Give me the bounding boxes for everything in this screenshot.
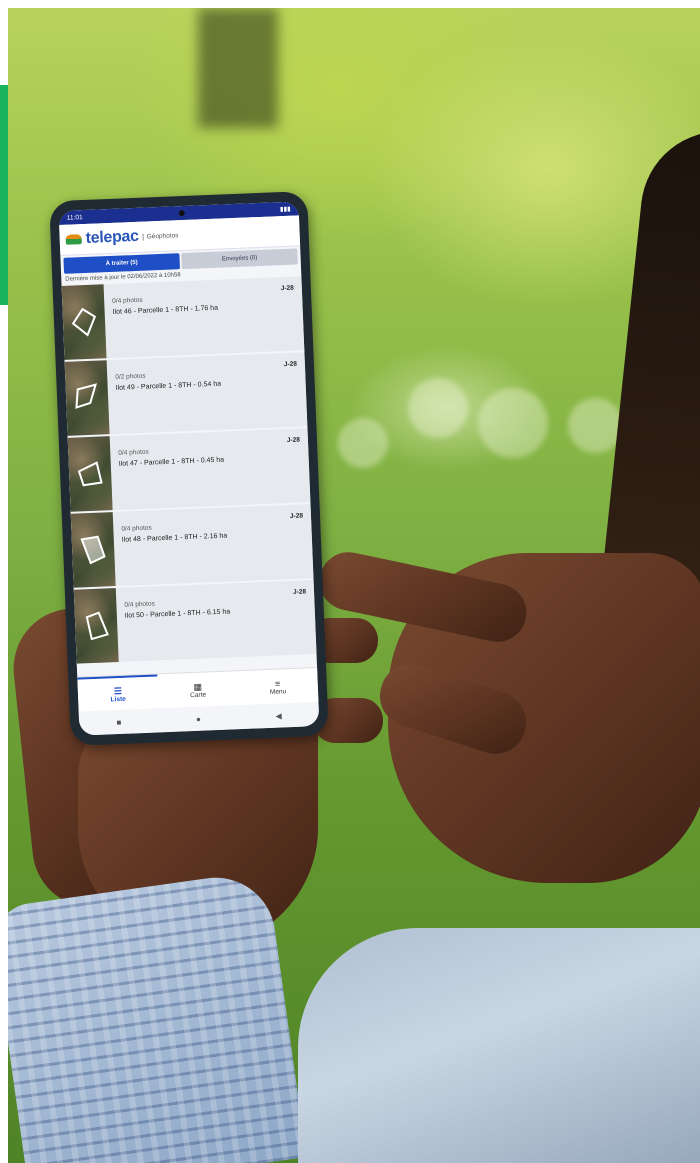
parcel-thumbnail xyxy=(73,588,119,664)
nav-map-label: Carte xyxy=(190,691,207,699)
nav-menu-label: Menu xyxy=(269,687,287,696)
list-item[interactable]: 0/4 photos Ilot 48 - Parcelle 1 - 8TH - … xyxy=(70,504,314,590)
deadline-badge: J-28 xyxy=(292,588,307,596)
photo-background: 11:01 ▮▮▮ telepac Géophotos À traiter (5… xyxy=(8,8,700,1163)
parcel-thumbnail xyxy=(70,512,116,588)
bokeh-light xyxy=(568,398,623,453)
smartphone: 11:01 ▮▮▮ telepac Géophotos À traiter (5… xyxy=(49,191,329,746)
tree-trunk xyxy=(198,8,278,128)
deadline-badge: J-28 xyxy=(280,284,294,293)
accent-bar xyxy=(0,85,8,305)
parcel-list: 0/4 photos Ilot 46 - Parcelle 1 - 8TH - … xyxy=(61,276,317,666)
parcel-thumbnail xyxy=(61,284,107,360)
bokeh-light xyxy=(408,378,468,438)
list-item[interactable]: 0/4 photos Ilot 46 - Parcelle 1 - 8TH - … xyxy=(61,276,305,362)
status-time: 11:01 xyxy=(66,213,83,222)
nav-list-label: Liste xyxy=(110,695,126,703)
battery-icon: ▮▮▮ xyxy=(279,205,291,214)
list-icon: ☰ xyxy=(113,685,123,696)
phone-screen: 11:01 ▮▮▮ telepac Géophotos À traiter (5… xyxy=(58,201,320,736)
parcel-outline-icon xyxy=(77,461,103,487)
parcel-outline-icon xyxy=(71,307,97,337)
bokeh-light xyxy=(478,388,548,458)
hamburger-icon: ≡ xyxy=(274,678,281,689)
nav-list[interactable]: ☰ Liste xyxy=(77,674,159,712)
person-shoulder xyxy=(298,928,700,1163)
home-icon[interactable]: ● xyxy=(196,714,201,723)
nav-map[interactable]: ▦ Carte xyxy=(157,671,238,708)
parcel-thumbnail xyxy=(67,436,113,512)
telepac-logo-icon xyxy=(65,234,82,245)
parcel-outline-icon xyxy=(80,535,106,565)
parcel-thumbnail xyxy=(64,360,110,436)
nav-menu[interactable]: ≡ Menu xyxy=(237,668,318,705)
deadline-badge: J-28 xyxy=(283,360,298,369)
deadline-badge: J-28 xyxy=(289,512,304,520)
app-name: telepac xyxy=(85,227,140,247)
list-item[interactable]: 0/4 photos Ilot 50 - Parcelle 1 - 8TH - … xyxy=(73,580,317,666)
list-item[interactable]: 0/2 photos Ilot 49 - Parcelle 1 - 8TH - … xyxy=(64,352,308,438)
plaid-sleeve xyxy=(8,869,307,1163)
back-icon[interactable]: ◀ xyxy=(275,711,282,720)
camera-icon xyxy=(178,209,185,217)
recent-apps-icon[interactable]: ■ xyxy=(116,717,121,726)
parcel-outline-icon xyxy=(75,383,98,409)
list-item[interactable]: 0/4 photos Ilot 47 - Parcelle 1 - 8TH - … xyxy=(67,428,311,514)
app-subtitle: Géophotos xyxy=(142,231,179,241)
map-icon: ▦ xyxy=(193,681,203,692)
bokeh-light xyxy=(338,418,388,468)
parcel-outline-icon xyxy=(85,611,109,641)
deadline-badge: J-28 xyxy=(286,436,301,445)
